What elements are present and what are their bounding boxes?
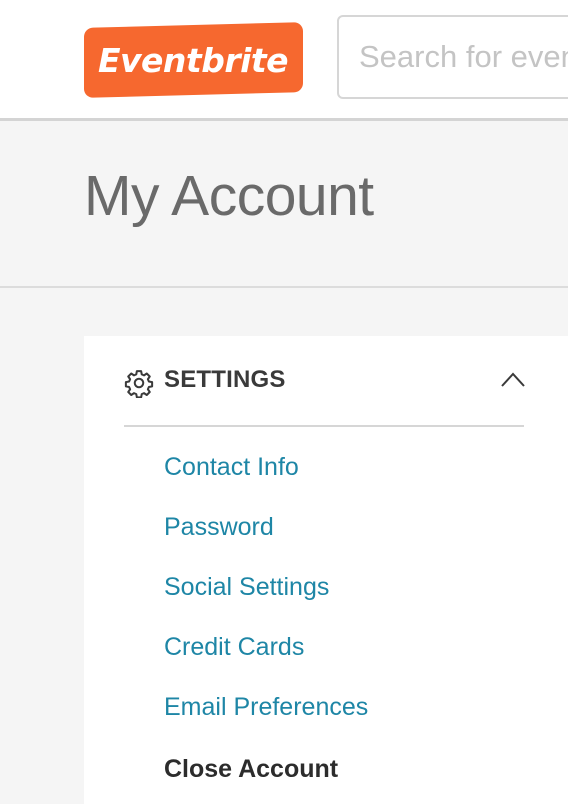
settings-link-close-account[interactable]: Close Account bbox=[164, 757, 338, 782]
settings-link-email-preferences[interactable]: Email Preferences bbox=[164, 695, 368, 720]
top-header: Eventbrite bbox=[0, 0, 568, 121]
search-box[interactable] bbox=[337, 15, 568, 99]
logo-text: Eventbrite bbox=[98, 40, 289, 80]
chevron-up-icon[interactable] bbox=[500, 370, 526, 388]
settings-panel: SETTINGS Contact Info Password Social Se… bbox=[84, 336, 568, 804]
settings-heading: SETTINGS bbox=[164, 366, 286, 393]
search-input[interactable] bbox=[339, 17, 568, 97]
settings-link-social-settings[interactable]: Social Settings bbox=[164, 575, 329, 600]
settings-link-credit-cards[interactable]: Credit Cards bbox=[164, 635, 304, 660]
settings-section-toggle[interactable]: SETTINGS bbox=[124, 336, 526, 427]
gear-icon bbox=[124, 370, 154, 398]
page-title: My Account bbox=[84, 164, 374, 228]
settings-link-contact-info[interactable]: Contact Info bbox=[164, 455, 299, 480]
eventbrite-logo[interactable]: Eventbrite bbox=[84, 22, 303, 98]
settings-link-password[interactable]: Password bbox=[164, 515, 274, 540]
page-title-band: My Account bbox=[0, 121, 568, 288]
